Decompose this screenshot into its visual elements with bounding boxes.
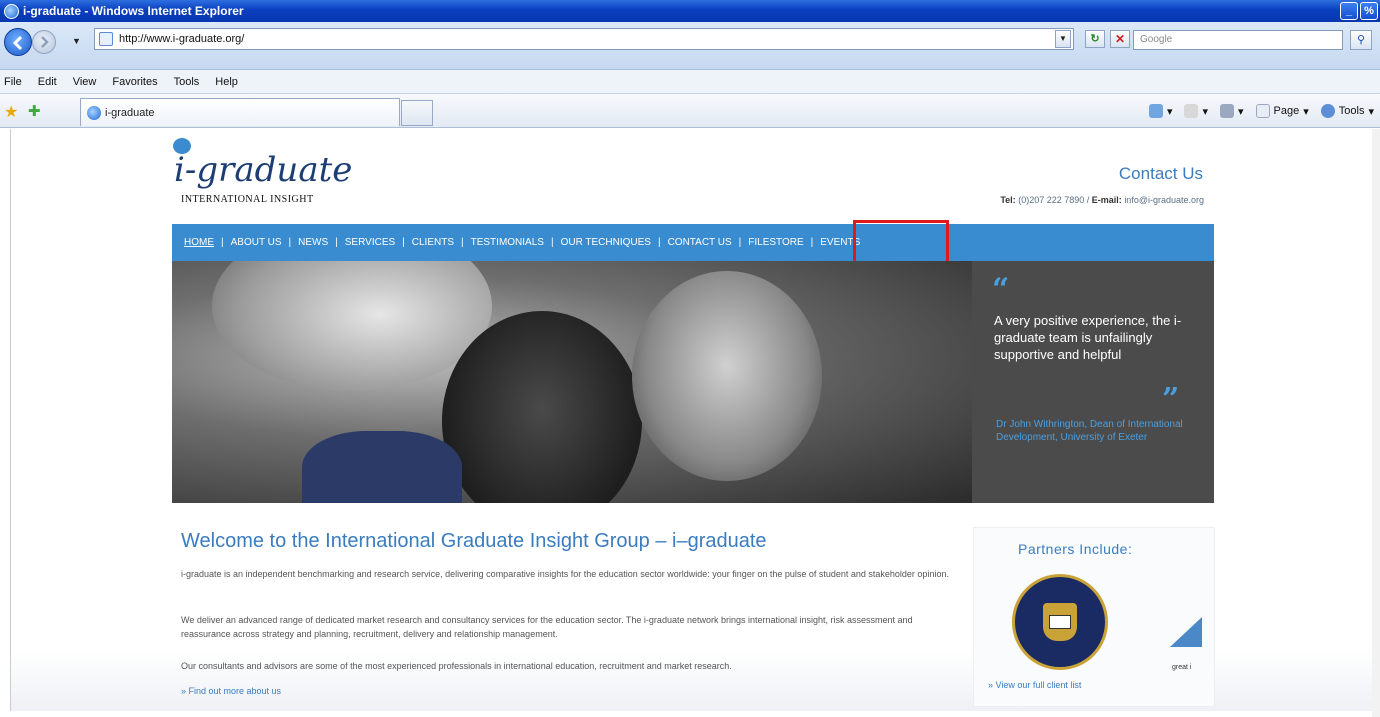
menu-view[interactable]: View	[73, 76, 97, 88]
nav-separator: |	[461, 237, 464, 248]
ie-logo-icon	[4, 3, 19, 19]
window-controls: _ %	[1340, 2, 1378, 20]
email-address[interactable]: info@i-graduate.org	[1124, 195, 1204, 205]
home-icon	[1148, 104, 1163, 118]
intro-paragraph-3: Our consultants and advisors are some of…	[181, 661, 732, 671]
address-toolbar: ▼ http://www.i-graduate.org/ ▼ ↻ ✕ Googl…	[0, 22, 1380, 70]
feeds-button[interactable]: ▾	[1184, 104, 1208, 118]
site-logo-subtitle: INTERNATIONAL INSIGHT	[181, 194, 314, 205]
page-menu-button[interactable]: Page ▾	[1255, 104, 1309, 118]
search-input[interactable]: Google	[1133, 30, 1343, 50]
nav-separator: |	[221, 237, 224, 248]
nav-contact-us[interactable]: CONTACT US	[668, 237, 732, 248]
nav-separator: |	[810, 237, 814, 248]
find-out-more-link[interactable]: » Find out more about us	[181, 686, 281, 696]
add-favorite-icon[interactable]: ✚	[28, 102, 41, 120]
print-button[interactable]: ▾	[1220, 104, 1244, 118]
menu-bar: File Edit View Favorites Tools Help	[0, 70, 1380, 94]
hero-jacket	[302, 431, 462, 503]
maximize-button[interactable]: %	[1360, 2, 1378, 20]
minimize-button[interactable]: _	[1340, 2, 1358, 20]
hero-photo	[172, 261, 972, 503]
window-title: i-graduate - Windows Internet Explorer	[23, 4, 244, 18]
nav-filestore[interactable]: FILESTORE	[748, 237, 803, 248]
address-dropdown-icon[interactable]: ▼	[1055, 30, 1071, 48]
welcome-heading: Welcome to the International Graduate In…	[181, 530, 767, 552]
address-bar[interactable]: http://www.i-graduate.org/	[94, 28, 1074, 50]
menu-help[interactable]: Help	[215, 76, 238, 88]
feeds-icon	[1184, 104, 1199, 118]
contact-details: Tel: (0)207 222 7890 / E-mail: info@i-gr…	[1000, 195, 1204, 205]
tools-menu-button[interactable]: Tools ▾	[1320, 104, 1374, 118]
tab-i-graduate[interactable]: i-graduate	[80, 98, 400, 126]
nav-services[interactable]: SERVICES	[345, 237, 395, 248]
nav-separator: |	[288, 237, 292, 248]
new-tab-button[interactable]	[401, 100, 433, 126]
nav-separator: |	[657, 237, 661, 248]
print-icon	[1220, 104, 1235, 118]
seal-book-icon	[1049, 615, 1071, 629]
partner-logo-caption: great i	[1172, 664, 1192, 671]
page-menu-label: Page	[1273, 105, 1300, 117]
hero-person-left	[212, 261, 492, 391]
history-dropdown-icon[interactable]: ▼	[72, 36, 81, 46]
search-icon[interactable]: ⚲	[1350, 30, 1372, 50]
testimonial-author: Dr John Withrington, Dean of Internation…	[996, 419, 1183, 443]
nav-separator: |	[550, 237, 554, 248]
back-button[interactable]	[4, 28, 32, 56]
nav-testimonials[interactable]: TESTIMONIALS	[471, 237, 544, 248]
window-titlebar: i-graduate - Windows Internet Explorer _…	[0, 0, 1380, 22]
site-logo[interactable]: i-graduate	[174, 150, 352, 190]
tab-bar: ★ ✚ i-graduate ▾ ▾ ▾ Page ▾ Tools ▾	[0, 94, 1380, 128]
tab-label: i-graduate	[105, 106, 155, 119]
partners-heading: Partners Include:	[1018, 541, 1133, 557]
open-quote-icon: “	[992, 272, 1010, 307]
vertical-scrollbar[interactable]	[1372, 129, 1380, 717]
address-url: http://www.i-graduate.org/	[119, 33, 245, 45]
forward-button[interactable]	[32, 30, 56, 54]
page-icon	[99, 32, 113, 46]
close-quote-icon: ”	[1162, 382, 1180, 417]
testimonial-quote: A very positive experience, the i-gradua…	[994, 313, 1182, 362]
partner-logo[interactable]	[1170, 617, 1202, 647]
tools-gear-icon	[1320, 104, 1335, 118]
command-bar: ▾ ▾ ▾ Page ▾ Tools ▾	[1148, 104, 1374, 118]
stop-button[interactable]: ✕	[1110, 30, 1130, 48]
menu-favorites[interactable]: Favorites	[112, 76, 157, 88]
oxford-university-seal[interactable]	[1012, 574, 1108, 670]
nav-separator: |	[738, 237, 742, 248]
seal-shield	[1043, 603, 1077, 641]
nav-clients[interactable]: CLIENTS	[412, 237, 454, 248]
menu-tools[interactable]: Tools	[174, 76, 200, 88]
nav-separator: |	[335, 237, 338, 248]
nav-about-us[interactable]: ABOUT US	[231, 237, 282, 248]
nav-our-techniques[interactable]: OUR TECHNIQUES	[561, 237, 651, 248]
forward-arrow-icon	[41, 36, 49, 48]
tab-favicon-icon	[87, 105, 101, 120]
back-arrow-icon	[12, 35, 23, 51]
main-navigation: HOME | ABOUT US | NEWS | SERVICES | CLIENTS |…	[172, 224, 1214, 261]
nav-separator: |	[402, 237, 405, 248]
nav-news[interactable]: NEWS	[298, 237, 328, 248]
favorites-star-icon[interactable]: ★	[4, 102, 18, 122]
view-client-list-link[interactable]: » View our full client list	[988, 680, 1081, 690]
refresh-button[interactable]: ↻	[1085, 30, 1105, 48]
tel-label: Tel:	[1000, 195, 1016, 205]
intro-paragraph-1: i-graduate is an independent benchmarkin…	[181, 569, 949, 579]
menu-file[interactable]: File	[4, 76, 22, 88]
contact-us-heading[interactable]: Contact Us	[1119, 164, 1203, 184]
hero-person-right	[632, 271, 822, 481]
home-button[interactable]: ▾	[1148, 104, 1172, 118]
tools-menu-label: Tools	[1338, 105, 1365, 117]
menu-edit[interactable]: Edit	[38, 76, 57, 88]
nav-home[interactable]: HOME	[184, 237, 214, 248]
email-label: E-mail:	[1091, 195, 1122, 205]
page-icon	[1255, 104, 1270, 118]
intro-paragraph-2: We deliver an advanced range of dedicate…	[181, 615, 913, 639]
tel-number: (0)207 222 7890	[1018, 195, 1085, 205]
